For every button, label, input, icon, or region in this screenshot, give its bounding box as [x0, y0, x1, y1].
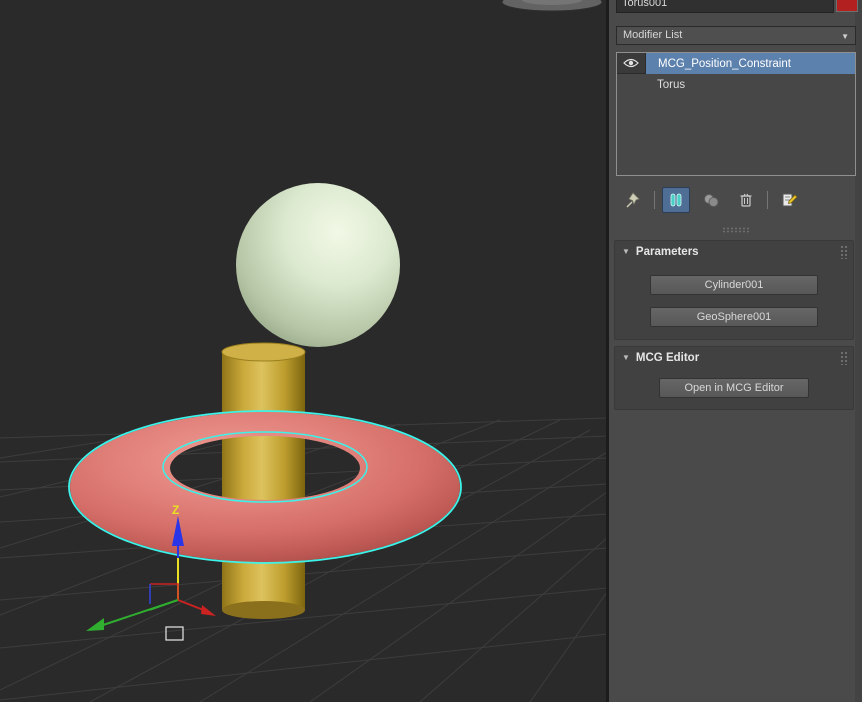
gizmo-z-label: Z [172, 503, 179, 517]
modifier-stack: MCG_Position_Constraint Torus [616, 52, 856, 176]
chevron-down-icon: ▼ [841, 32, 849, 41]
button-label: GeoSphere001 [696, 311, 772, 323]
visibility-toggle[interactable] [617, 53, 646, 74]
make-unique-icon [704, 194, 719, 207]
command-panel: Torus001 Modifier List ▼ MCG_Position_Co… [609, 0, 862, 702]
rollout-parameters: ▼ Parameters Cylinder001 GeoSphere001 [614, 240, 854, 340]
rollout-grip-icon [840, 245, 848, 259]
toolbar-separator [767, 191, 768, 209]
trash-icon [740, 193, 752, 207]
rollout-grip-icon [840, 351, 848, 365]
configure-modifier-sets-button[interactable] [775, 187, 803, 213]
gizmo-x-arrow[interactable] [86, 618, 104, 631]
geosphere-object[interactable] [236, 183, 400, 347]
rollout-mcg-editor-header[interactable]: ▼ MCG Editor [615, 347, 853, 368]
rollout-title: MCG Editor [635, 351, 700, 364]
rollout-open-icon: ▼ [622, 247, 630, 256]
remove-modifier-button[interactable] [732, 187, 760, 213]
rollout-open-icon: ▼ [622, 353, 630, 362]
panel-splitter-grip[interactable] [721, 227, 750, 233]
eye-icon [623, 58, 639, 68]
stack-row-label[interactable]: MCG_Position_Constraint [646, 53, 855, 74]
application-window: Z Torus001 Modifier List ▼ MCG_Position_… [0, 0, 862, 702]
toolbar-separator [654, 191, 655, 209]
pin-stack-button[interactable] [619, 187, 647, 213]
viewport-scene: Z [0, 0, 608, 702]
modifier-stack-toolbar [619, 186, 803, 214]
cylinder-object[interactable] [221, 342, 306, 619]
object-name-field[interactable]: Torus001 [616, 0, 834, 13]
modifier-list-label: Modifier List [623, 29, 683, 41]
button-label: Cylinder001 [704, 279, 764, 291]
modifier-list-dropdown[interactable]: Modifier List ▼ [616, 26, 856, 45]
button-label: Open in MCG Editor [684, 382, 784, 394]
show-end-result-icon [670, 193, 682, 207]
rollout-title: Parameters [635, 245, 699, 258]
rollout-parameters-header[interactable]: ▼ Parameters [615, 241, 853, 262]
configure-sets-icon [782, 193, 798, 207]
object-color-swatch[interactable] [836, 0, 858, 12]
stack-row-torus[interactable]: Torus [617, 74, 855, 95]
gizmo-origin-box [165, 626, 184, 641]
stack-row-label[interactable]: Torus [617, 74, 855, 95]
geosphere001-pick-button[interactable]: GeoSphere001 [650, 307, 818, 327]
rollout-mcg-editor: ▼ MCG Editor Open in MCG Editor [614, 346, 854, 410]
panel-scrollbar[interactable] [855, 0, 862, 702]
disc-object[interactable] [501, 0, 603, 12]
pin-icon [626, 192, 640, 208]
gizmo-y-arrow[interactable] [201, 605, 216, 616]
show-end-result-button[interactable] [662, 187, 690, 213]
make-unique-button[interactable] [697, 187, 725, 213]
viewport[interactable]: Z [0, 0, 608, 702]
open-mcg-editor-button[interactable]: Open in MCG Editor [659, 378, 809, 398]
stack-row-mcg-position-constraint[interactable]: MCG_Position_Constraint [617, 53, 855, 74]
object-name-value: Torus001 [622, 0, 668, 9]
cylinder001-pick-button[interactable]: Cylinder001 [650, 275, 818, 295]
